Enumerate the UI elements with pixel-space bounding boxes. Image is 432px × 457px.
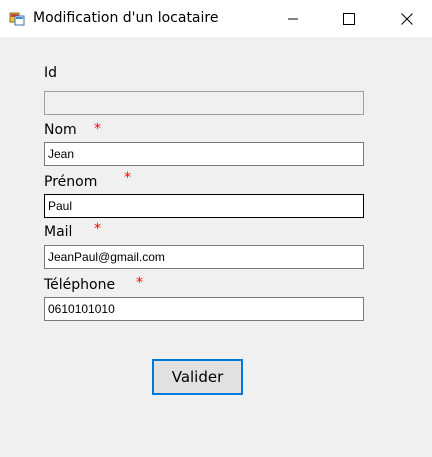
id-label: Id [44,65,58,81]
prenom-label: Prénom [44,174,98,190]
mail-required-mark: * [94,221,101,237]
valider-button[interactable]: Valider [152,359,243,395]
id-field[interactable] [44,91,364,115]
maximize-icon [343,13,355,25]
title-bar[interactable]: Modification d'un locataire [0,0,432,37]
prenom-required-mark: * [124,170,131,186]
telephone-required-mark: * [136,275,143,291]
nom-required-mark: * [94,121,101,137]
telephone-field[interactable]: 0610101010 [44,297,364,321]
nom-label: Nom [44,122,77,138]
maximize-button[interactable] [326,0,372,37]
minimize-icon [288,18,298,20]
form-area: Id Nom * Jean Prénom * Paul Mail * JeanP… [0,37,432,457]
close-button[interactable] [384,0,430,37]
telephone-label: Téléphone [44,277,116,293]
mail-label: Mail [44,224,73,240]
close-icon [401,13,413,25]
window-title: Modification d'un locataire [33,10,219,26]
nom-field[interactable]: Jean [44,142,364,166]
prenom-field[interactable]: Paul [44,194,364,218]
mail-field[interactable]: JeanPaul@gmail.com [44,245,364,269]
app-form-icon[interactable] [9,10,25,26]
minimize-button[interactable] [270,0,316,37]
